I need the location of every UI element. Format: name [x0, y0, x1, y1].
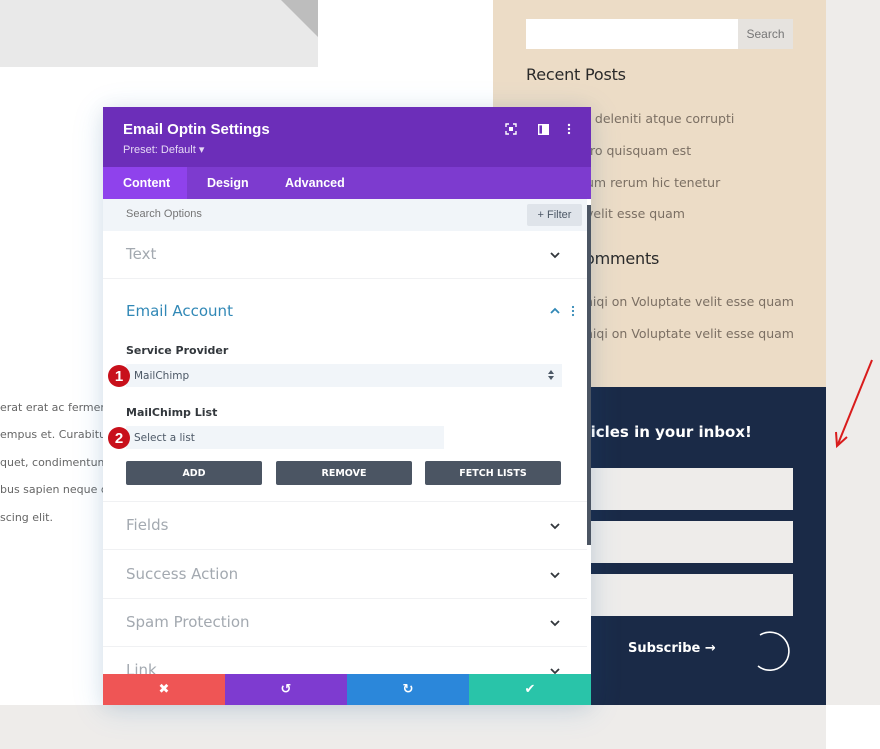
- sidebar-search-input[interactable]: [526, 19, 738, 49]
- modal-title: Email Optin Settings: [123, 121, 270, 138]
- section-title: Text: [126, 245, 157, 263]
- body-text-line: empus et. Curabitur: [0, 428, 111, 441]
- chevron-down-icon: [550, 523, 560, 530]
- section-text[interactable]: Text: [103, 231, 587, 279]
- service-provider-select[interactable]: MailChimp: [126, 364, 562, 387]
- search-options-input[interactable]: [126, 208, 268, 220]
- section-title: Success Action: [126, 565, 239, 583]
- chevron-up-icon[interactable]: [549, 307, 561, 315]
- add-button[interactable]: ADD: [126, 461, 262, 485]
- body-text-line: bus sapien neque qu: [0, 483, 115, 496]
- chevron-down-icon: [550, 572, 560, 579]
- page-footer-band: [0, 705, 826, 749]
- remove-button[interactable]: REMOVE: [276, 461, 412, 485]
- undo-icon: ↺: [280, 682, 292, 697]
- recent-comment-link[interactable]: niqi on Voluptate velit esse quam: [585, 294, 794, 309]
- body-text-line: erat erat ac ferment: [0, 401, 112, 414]
- tab-advanced[interactable]: Advanced: [285, 167, 345, 199]
- recent-post-link[interactable]: um rerum hic tenetur: [586, 175, 720, 190]
- modal-scrollbar-thumb[interactable]: [587, 205, 591, 545]
- select-arrows-icon: [548, 370, 554, 380]
- modal-footer: ✖ ↺ ↻ ✔: [103, 674, 591, 705]
- close-icon: ✖: [158, 682, 170, 697]
- recent-comment-link[interactable]: niqi on Voluptate velit esse quam: [585, 326, 794, 341]
- section-title: Spam Protection: [126, 613, 250, 631]
- section-title[interactable]: Email Account: [126, 302, 233, 320]
- loading-spinner-icon: [757, 631, 790, 671]
- annotation-arrow-icon: [835, 359, 873, 449]
- body-text-line: scing elit.: [0, 511, 53, 524]
- email-optin-settings-modal: Email Optin Settings Preset: Default ▾ C…: [103, 107, 591, 705]
- modal-tabs: Content Design Advanced: [103, 167, 591, 199]
- image-placeholder: [0, 0, 318, 67]
- sidebar-search-button[interactable]: Search: [738, 19, 793, 49]
- more-vertical-icon[interactable]: [561, 121, 577, 137]
- body-text-line: quet, condimentum: [0, 456, 109, 469]
- subscribe-button[interactable]: Subscribe →: [628, 641, 716, 656]
- options-search-bar: + Filter: [103, 199, 591, 231]
- recent-posts-heading: Recent Posts: [526, 65, 626, 84]
- service-provider-value: MailChimp: [134, 369, 190, 382]
- recent-post-link[interactable]: ro quisquam est: [590, 143, 691, 158]
- section-spam-protection[interactable]: Spam Protection: [103, 599, 587, 647]
- placeholder-corner-fold: [281, 0, 318, 37]
- mailchimp-list-label: MailChimp List: [126, 406, 218, 419]
- recent-post-link[interactable]: n deleniti atque corrupti: [583, 111, 734, 126]
- modal-body: Text Email Account Service Provider Mail…: [103, 231, 587, 676]
- split-view-icon[interactable]: [535, 121, 551, 137]
- save-button[interactable]: ✔: [469, 674, 591, 705]
- section-success-action[interactable]: Success Action: [103, 550, 587, 599]
- chevron-down-icon: [550, 252, 560, 259]
- section-menu-icon[interactable]: [571, 305, 575, 317]
- check-icon: ✔: [524, 682, 536, 697]
- recent-post-link[interactable]: velit esse quam: [586, 206, 685, 221]
- tab-design[interactable]: Design: [207, 167, 249, 199]
- step-badge-1: 1: [108, 365, 130, 387]
- recent-comments-heading: omments: [585, 249, 660, 268]
- undo-button[interactable]: ↺: [225, 674, 347, 705]
- tab-content[interactable]: Content: [103, 167, 187, 199]
- filter-button[interactable]: + Filter: [527, 204, 582, 226]
- optin-title: rticles in your inbox!: [576, 423, 752, 441]
- focus-icon[interactable]: [503, 121, 519, 137]
- redo-icon: ↻: [402, 682, 414, 697]
- discard-button[interactable]: ✖: [103, 674, 225, 705]
- chevron-down-icon: [550, 620, 560, 627]
- preset-dropdown[interactable]: Preset: Default ▾: [123, 143, 204, 156]
- step-badge-2: 2: [108, 427, 130, 449]
- fetch-lists-button[interactable]: FETCH LISTS: [425, 461, 561, 485]
- service-provider-label: Service Provider: [126, 344, 229, 357]
- modal-header[interactable]: Email Optin Settings Preset: Default ▾: [103, 107, 591, 167]
- section-email-account: Email Account Service Provider MailChimp…: [103, 279, 587, 502]
- section-link[interactable]: Link: [103, 647, 587, 676]
- mailchimp-list-value: Select a list: [134, 431, 195, 444]
- redo-button[interactable]: ↻: [347, 674, 469, 705]
- section-title: Fields: [126, 516, 169, 534]
- mailchimp-list-select[interactable]: Select a list: [126, 426, 444, 449]
- section-fields[interactable]: Fields: [103, 502, 587, 550]
